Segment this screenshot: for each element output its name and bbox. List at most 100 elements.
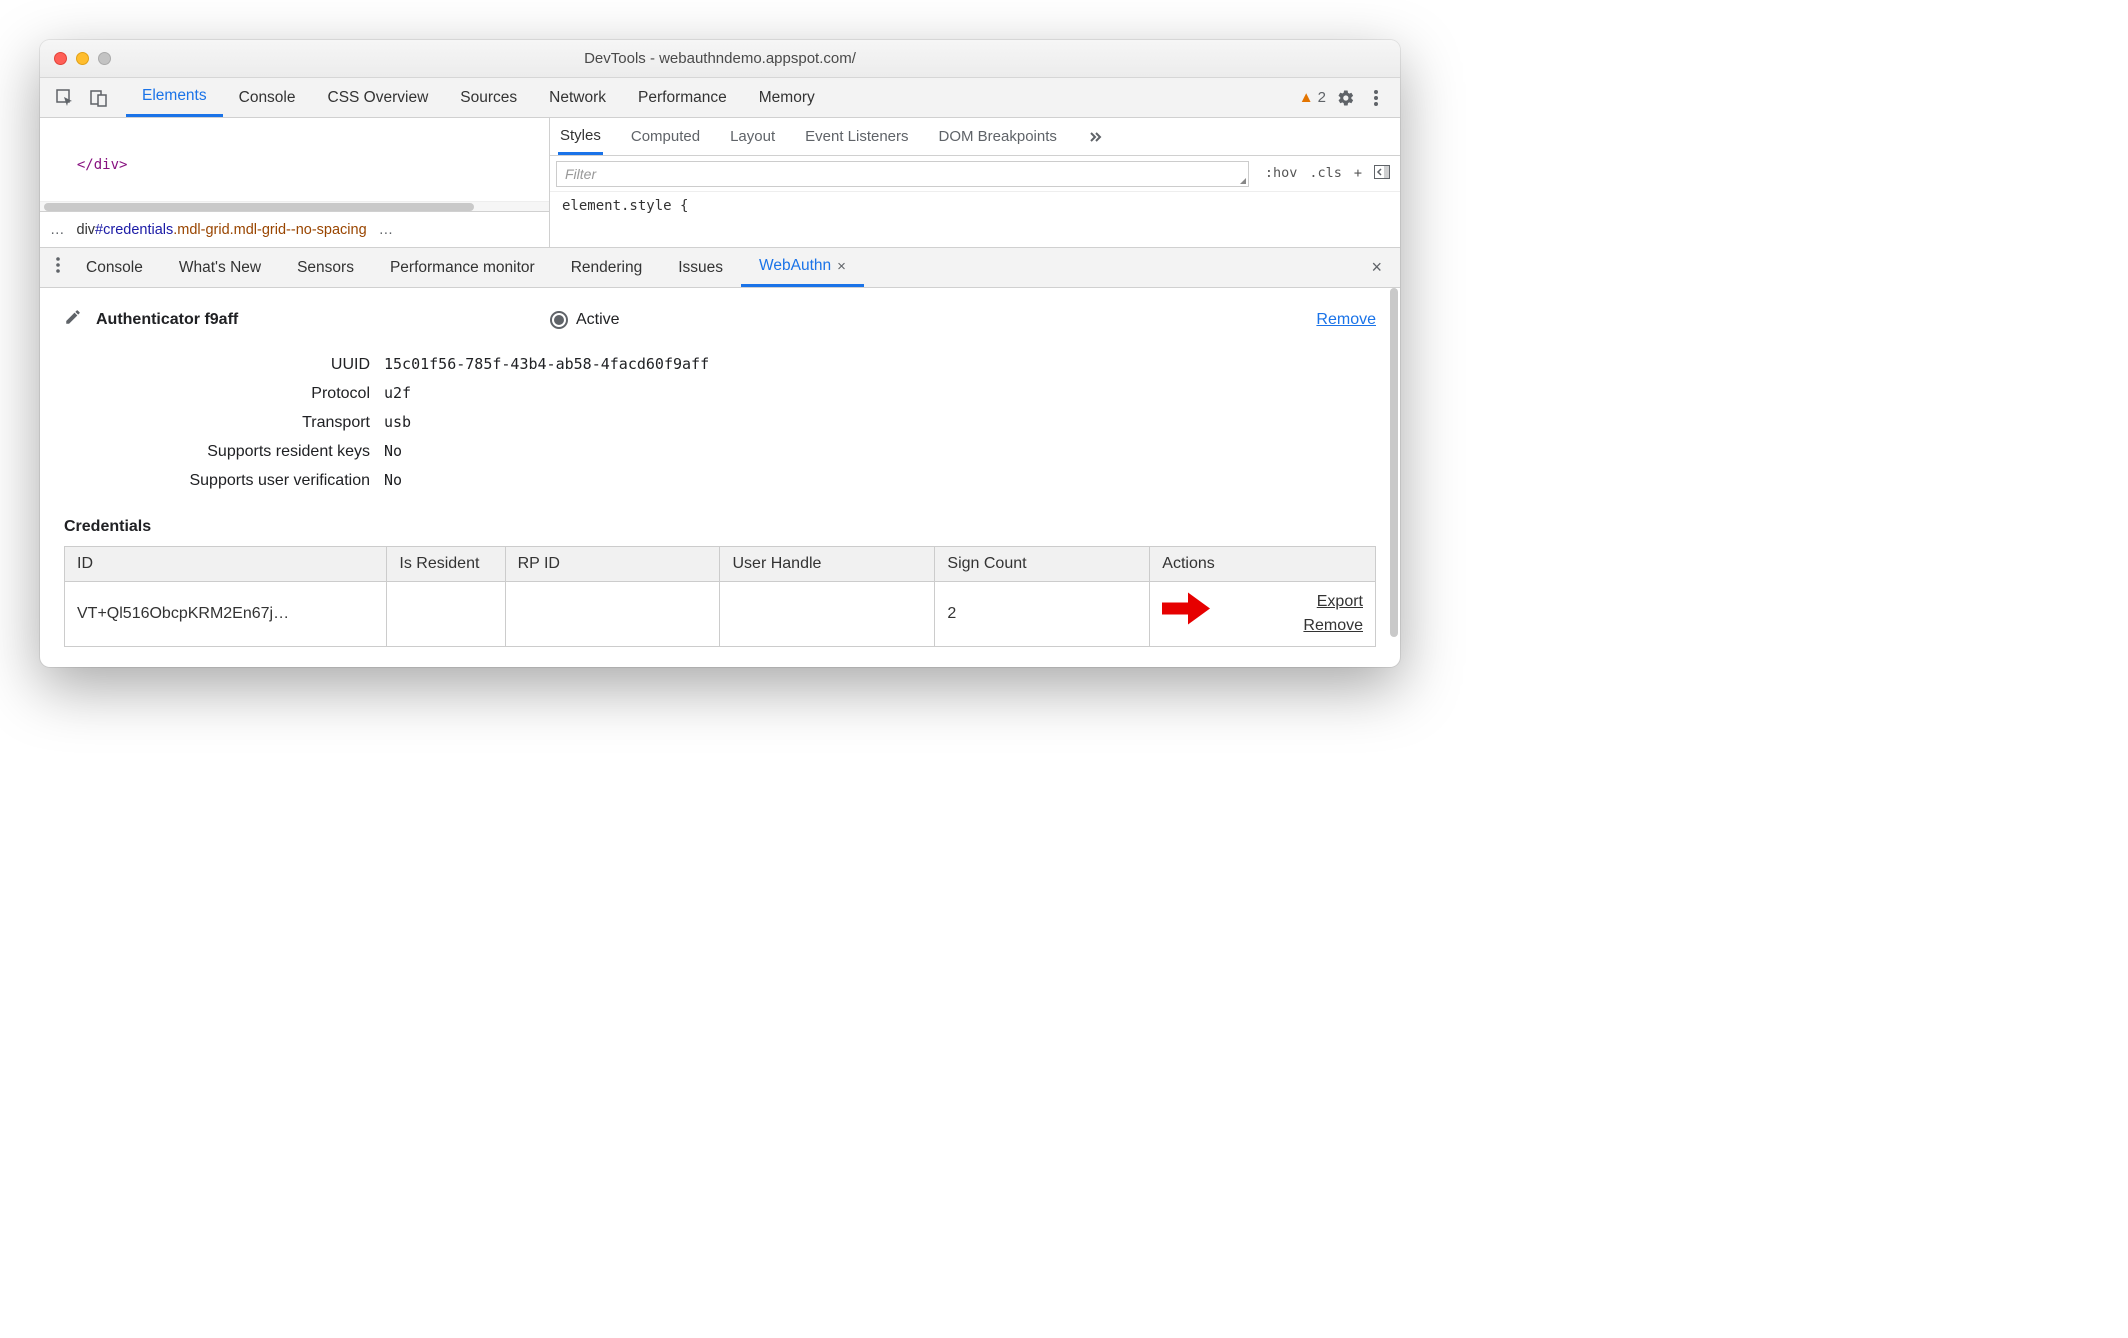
- breadcrumb-prefix: …: [50, 222, 65, 238]
- window-controls: [54, 52, 111, 65]
- cell-is-resident: [387, 582, 505, 647]
- drawer-tab-issues[interactable]: Issues: [660, 248, 741, 287]
- cell-user-handle: [720, 582, 935, 647]
- drawer-kebab-icon[interactable]: [48, 257, 68, 278]
- table-header-row: ID Is Resident RP ID User Handle Sign Co…: [65, 547, 1376, 582]
- warning-triangle-icon: ▲: [1299, 89, 1314, 106]
- edit-pencil-icon[interactable]: [64, 308, 82, 331]
- styles-filter-input[interactable]: Filter: [556, 161, 1249, 187]
- prop-value: No: [384, 471, 402, 489]
- drawer-tab-console[interactable]: Console: [68, 248, 161, 287]
- prop-row-user-verification: Supports user verification No: [64, 471, 1376, 490]
- prop-row-transport: Transport usb: [64, 413, 1376, 432]
- prop-label: Transport: [64, 414, 384, 432]
- tab-css-overview[interactable]: CSS Overview: [312, 78, 445, 117]
- device-toolbar-icon[interactable]: [82, 83, 116, 113]
- main-toolbar: Elements Console CSS Overview Sources Ne…: [40, 78, 1400, 118]
- styles-tab-dom-breakpoints[interactable]: DOM Breakpoints: [937, 120, 1059, 153]
- zoom-window-button[interactable]: [98, 52, 111, 65]
- styles-tab-computed[interactable]: Computed: [629, 120, 702, 153]
- radio-circle-icon: [550, 311, 568, 329]
- webauthn-panel: Authenticator f9aff Active Remove UUID 1…: [40, 288, 1400, 667]
- prop-value: No: [384, 442, 402, 460]
- credentials-heading: Credentials: [64, 518, 1376, 536]
- warnings-badge[interactable]: ▲ 2: [1299, 89, 1326, 106]
- cls-toggle[interactable]: .cls: [1309, 165, 1342, 183]
- prop-label: Supports resident keys: [64, 443, 384, 461]
- styles-tabs: Styles Computed Layout Event Listeners D…: [550, 118, 1400, 156]
- cell-id: VT+Ql516ObcpKRM2En67j…: [65, 582, 387, 647]
- cell-rp-id: [505, 582, 720, 647]
- webauthn-panel-wrap: Authenticator f9aff Active Remove UUID 1…: [40, 288, 1400, 667]
- prop-row-uuid: UUID 15c01f56-785f-43b4-ab58-4facd60f9af…: [64, 355, 1376, 374]
- col-is-resident: Is Resident: [387, 547, 505, 582]
- prop-value: usb: [384, 413, 411, 431]
- prop-value: 15c01f56-785f-43b4-ab58-4facd60f9aff: [384, 355, 709, 373]
- panel-vertical-scrollbar[interactable]: [1390, 288, 1398, 637]
- devtools-window: DevTools - webauthndemo.appspot.com/ Ele…: [40, 40, 1400, 667]
- tab-performance[interactable]: Performance: [622, 78, 743, 117]
- dom-tree-pane[interactable]: </div> <script src="js/webauthn.js"></sc…: [40, 118, 550, 247]
- drawer-tab-performance-monitor[interactable]: Performance monitor: [372, 248, 553, 287]
- col-rp-id: RP ID: [505, 547, 720, 582]
- settings-gear-icon[interactable]: [1336, 88, 1356, 108]
- tab-console[interactable]: Console: [223, 78, 312, 117]
- prop-value: u2f: [384, 384, 411, 402]
- more-tabs-chevron-icon[interactable]: [831, 78, 863, 98]
- prop-label: Protocol: [64, 385, 384, 403]
- tab-sources[interactable]: Sources: [444, 78, 533, 117]
- window-title: DevTools - webauthndemo.appspot.com/: [40, 50, 1400, 67]
- tab-elements[interactable]: Elements: [126, 78, 223, 117]
- more-options-kebab-icon[interactable]: [1366, 88, 1386, 108]
- annotation-arrow-icon: [1158, 587, 1214, 642]
- prop-row-protocol: Protocol u2f: [64, 384, 1376, 403]
- breadcrumb-path[interactable]: div#credentials.mdl-grid.mdl-grid--no-sp…: [77, 222, 367, 238]
- prop-row-resident-keys: Supports resident keys No: [64, 442, 1376, 461]
- drawer-close-x-icon[interactable]: ×: [1361, 257, 1392, 278]
- drawer-tabs: Console What's New Sensors Performance m…: [40, 248, 1400, 288]
- remove-authenticator-link[interactable]: Remove: [1316, 311, 1376, 329]
- close-window-button[interactable]: [54, 52, 67, 65]
- warning-count: 2: [1318, 89, 1326, 106]
- dom-code: </div> <script src="js/webauthn.js"></sc…: [40, 118, 549, 201]
- col-sign-count: Sign Count: [935, 547, 1150, 582]
- styles-tab-layout[interactable]: Layout: [728, 120, 777, 153]
- drawer-tab-sensors[interactable]: Sensors: [279, 248, 372, 287]
- prop-label: Supports user verification: [64, 472, 384, 490]
- toggle-sidebar-icon[interactable]: [1374, 165, 1390, 183]
- tab-network[interactable]: Network: [533, 78, 622, 117]
- col-user-handle: User Handle: [720, 547, 935, 582]
- minimize-window-button[interactable]: [76, 52, 89, 65]
- element-style-rule[interactable]: element.style {: [550, 192, 1400, 220]
- styles-filter-buttons: :hov .cls +: [1255, 165, 1400, 183]
- col-actions: Actions: [1150, 547, 1376, 582]
- col-id: ID: [65, 547, 387, 582]
- elements-split: </div> <script src="js/webauthn.js"></sc…: [40, 118, 1400, 248]
- drawer-tab-whats-new[interactable]: What's New: [161, 248, 279, 287]
- inspect-element-icon[interactable]: [48, 83, 82, 113]
- authenticator-header: Authenticator f9aff Active Remove: [64, 308, 1376, 331]
- breadcrumb-bar[interactable]: … div#credentials.mdl-grid.mdl-grid--no-…: [40, 211, 549, 247]
- drawer-tab-webauthn[interactable]: WebAuthn ×: [741, 248, 864, 287]
- dom-horizontal-scrollbar[interactable]: [40, 201, 549, 211]
- styles-pane: Styles Computed Layout Event Listeners D…: [550, 118, 1400, 247]
- tab-memory[interactable]: Memory: [743, 78, 831, 117]
- styles-more-chevron-icon[interactable]: [1085, 127, 1105, 147]
- drawer-tab-rendering[interactable]: Rendering: [553, 248, 661, 287]
- titlebar: DevTools - webauthndemo.appspot.com/: [40, 40, 1400, 78]
- active-label: Active: [576, 311, 620, 329]
- cell-sign-count: 2: [935, 582, 1150, 647]
- authenticator-properties: UUID 15c01f56-785f-43b4-ab58-4facd60f9af…: [64, 355, 1376, 490]
- active-radio[interactable]: Active: [550, 311, 620, 329]
- new-style-plus-icon[interactable]: +: [1354, 165, 1362, 183]
- styles-tab-event-listeners[interactable]: Event Listeners: [803, 120, 910, 153]
- styles-filter-row: Filter :hov .cls +: [550, 156, 1400, 192]
- close-tab-x-icon[interactable]: ×: [837, 258, 846, 275]
- toolbar-right: ▲ 2: [1299, 88, 1392, 108]
- credentials-table: ID Is Resident RP ID User Handle Sign Co…: [64, 546, 1376, 647]
- hov-toggle[interactable]: :hov: [1265, 165, 1298, 183]
- styles-tab-styles[interactable]: Styles: [558, 119, 603, 155]
- prop-label: UUID: [64, 356, 384, 374]
- main-tabs: Elements Console CSS Overview Sources Ne…: [126, 78, 863, 117]
- breadcrumb-suffix: …: [379, 222, 394, 238]
